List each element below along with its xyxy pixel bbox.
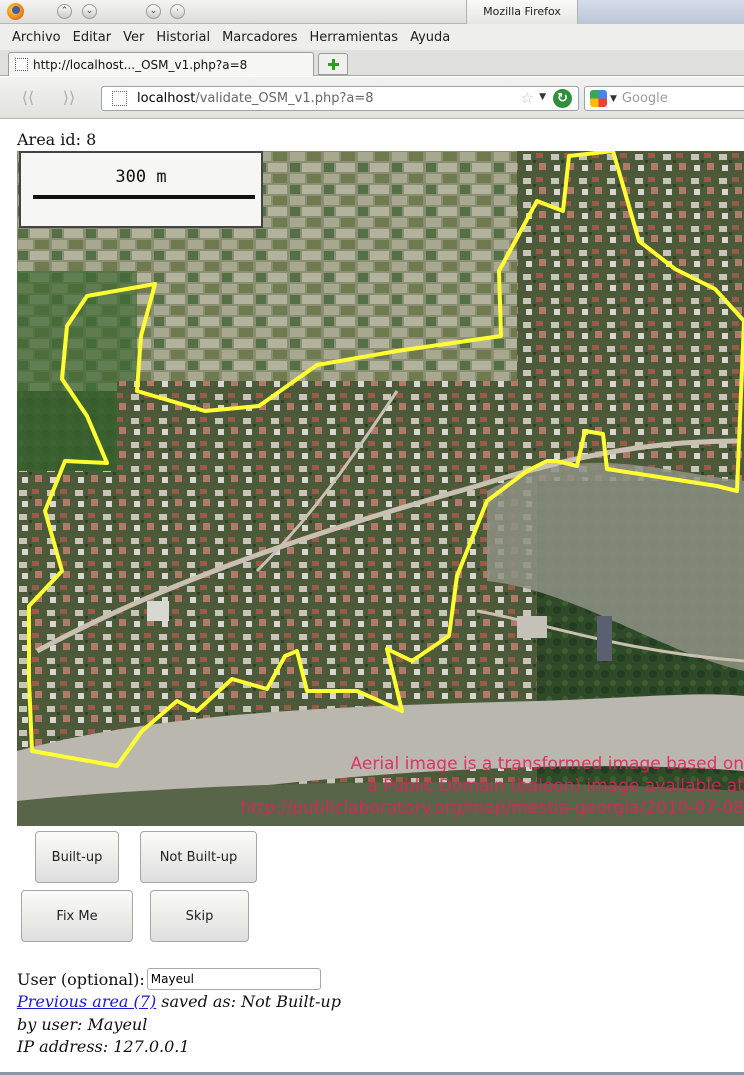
attribution-line-1: Aerial image is a transformed image base… [350, 754, 744, 774]
ip-address-text: IP address: 127.0.0.1 [17, 1037, 190, 1056]
google-engine-icon[interactable] [590, 90, 607, 107]
site-identity-icon[interactable] [112, 91, 127, 106]
firefox-icon[interactable] [7, 3, 24, 20]
attribution-line-3: http://publiclaboratory.org/map/mestia-g… [240, 798, 744, 818]
area-title: Area id: 8 [17, 130, 97, 149]
menu-herramientas[interactable]: Herramientas [310, 30, 399, 45]
menu-archivo[interactable]: Archivo [12, 30, 61, 45]
minimize-window-icon[interactable]: ⌄ [82, 4, 97, 19]
title-bar: ⌃ ⌄ ⌄ · Mozilla Firefox [0, 0, 744, 24]
user-input[interactable] [146, 968, 321, 990]
engine-dropdown-icon[interactable]: ▼ [610, 94, 617, 104]
back-button[interactable]: ⟨⟨ [14, 85, 42, 111]
search-input[interactable] [621, 91, 722, 106]
new-tab-button[interactable] [318, 53, 348, 75]
menu-ver[interactable]: Ver [123, 30, 144, 45]
scale-bar-box: 300 m [19, 151, 263, 228]
page-content: Area id: 8 300 m Aerial image is a trans… [0, 120, 744, 1075]
maximize-window-icon[interactable]: ⌃ [57, 4, 72, 19]
address-bar[interactable]: localhost/validate_OSM_v1.php?a=8 ☆ ▼ ↻ [101, 86, 579, 111]
previous-area-line: Previous area (7) saved as: Not Built-up [17, 992, 341, 1011]
menu-editar[interactable]: Editar [73, 30, 112, 45]
forward-button[interactable]: ⟩⟩ [55, 85, 83, 111]
page-icon [15, 58, 28, 71]
scale-bar [33, 195, 255, 199]
bookmark-star-icon[interactable]: ☆ [521, 89, 534, 107]
window-menu-icon[interactable]: ⌄ [146, 4, 161, 19]
menu-marcadores[interactable]: Marcadores [222, 30, 297, 45]
user-row: User (optional): [17, 968, 321, 990]
attribution-line-2: a Public Domain (baloon) image available… [367, 776, 744, 796]
menu-bar: Archivo Editar Ver Historial Marcadores … [0, 24, 744, 50]
not-built-up-button[interactable]: Not Built-up [140, 831, 257, 883]
browser-tab[interactable]: http://localhost..._OSM_v1.php?a=8 [8, 52, 314, 76]
user-label: User (optional): [17, 969, 145, 989]
aerial-map: 300 m Aerial image is a transformed imag… [17, 151, 744, 826]
search-bar: ▼ [584, 86, 744, 111]
reload-icon[interactable]: ↻ [553, 89, 572, 108]
url-host: localhost [137, 91, 196, 106]
skip-button[interactable]: Skip [150, 890, 249, 942]
tab-title: http://localhost..._OSM_v1.php?a=8 [33, 57, 248, 72]
window-title: Mozilla Firefox [466, 0, 578, 24]
title-bar-panel [578, 0, 744, 24]
menu-historial[interactable]: Historial [156, 30, 210, 45]
saved-as-text: saved as: Not Built-up [156, 992, 341, 1011]
nav-toolbar: ⟨⟨ ⟩⟩ localhost/validate_OSM_v1.php?a=8 … [0, 77, 744, 119]
history-dropdown-icon[interactable]: ▼ [539, 92, 546, 102]
aerial-image [17, 151, 744, 826]
fix-me-button[interactable]: Fix Me [21, 890, 133, 942]
by-user-text: by user: Mayeul [17, 1015, 148, 1034]
tab-bar: http://localhost..._OSM_v1.php?a=8 [0, 50, 744, 76]
window-option-icon[interactable]: · [170, 4, 185, 19]
previous-area-link[interactable]: Previous area (7) [17, 992, 156, 1011]
menu-ayuda[interactable]: Ayuda [410, 30, 450, 45]
built-up-button[interactable]: Built-up [35, 831, 119, 883]
url-path: /validate_OSM_v1.php?a=8 [195, 91, 374, 106]
scale-label: 300 m [115, 167, 167, 187]
